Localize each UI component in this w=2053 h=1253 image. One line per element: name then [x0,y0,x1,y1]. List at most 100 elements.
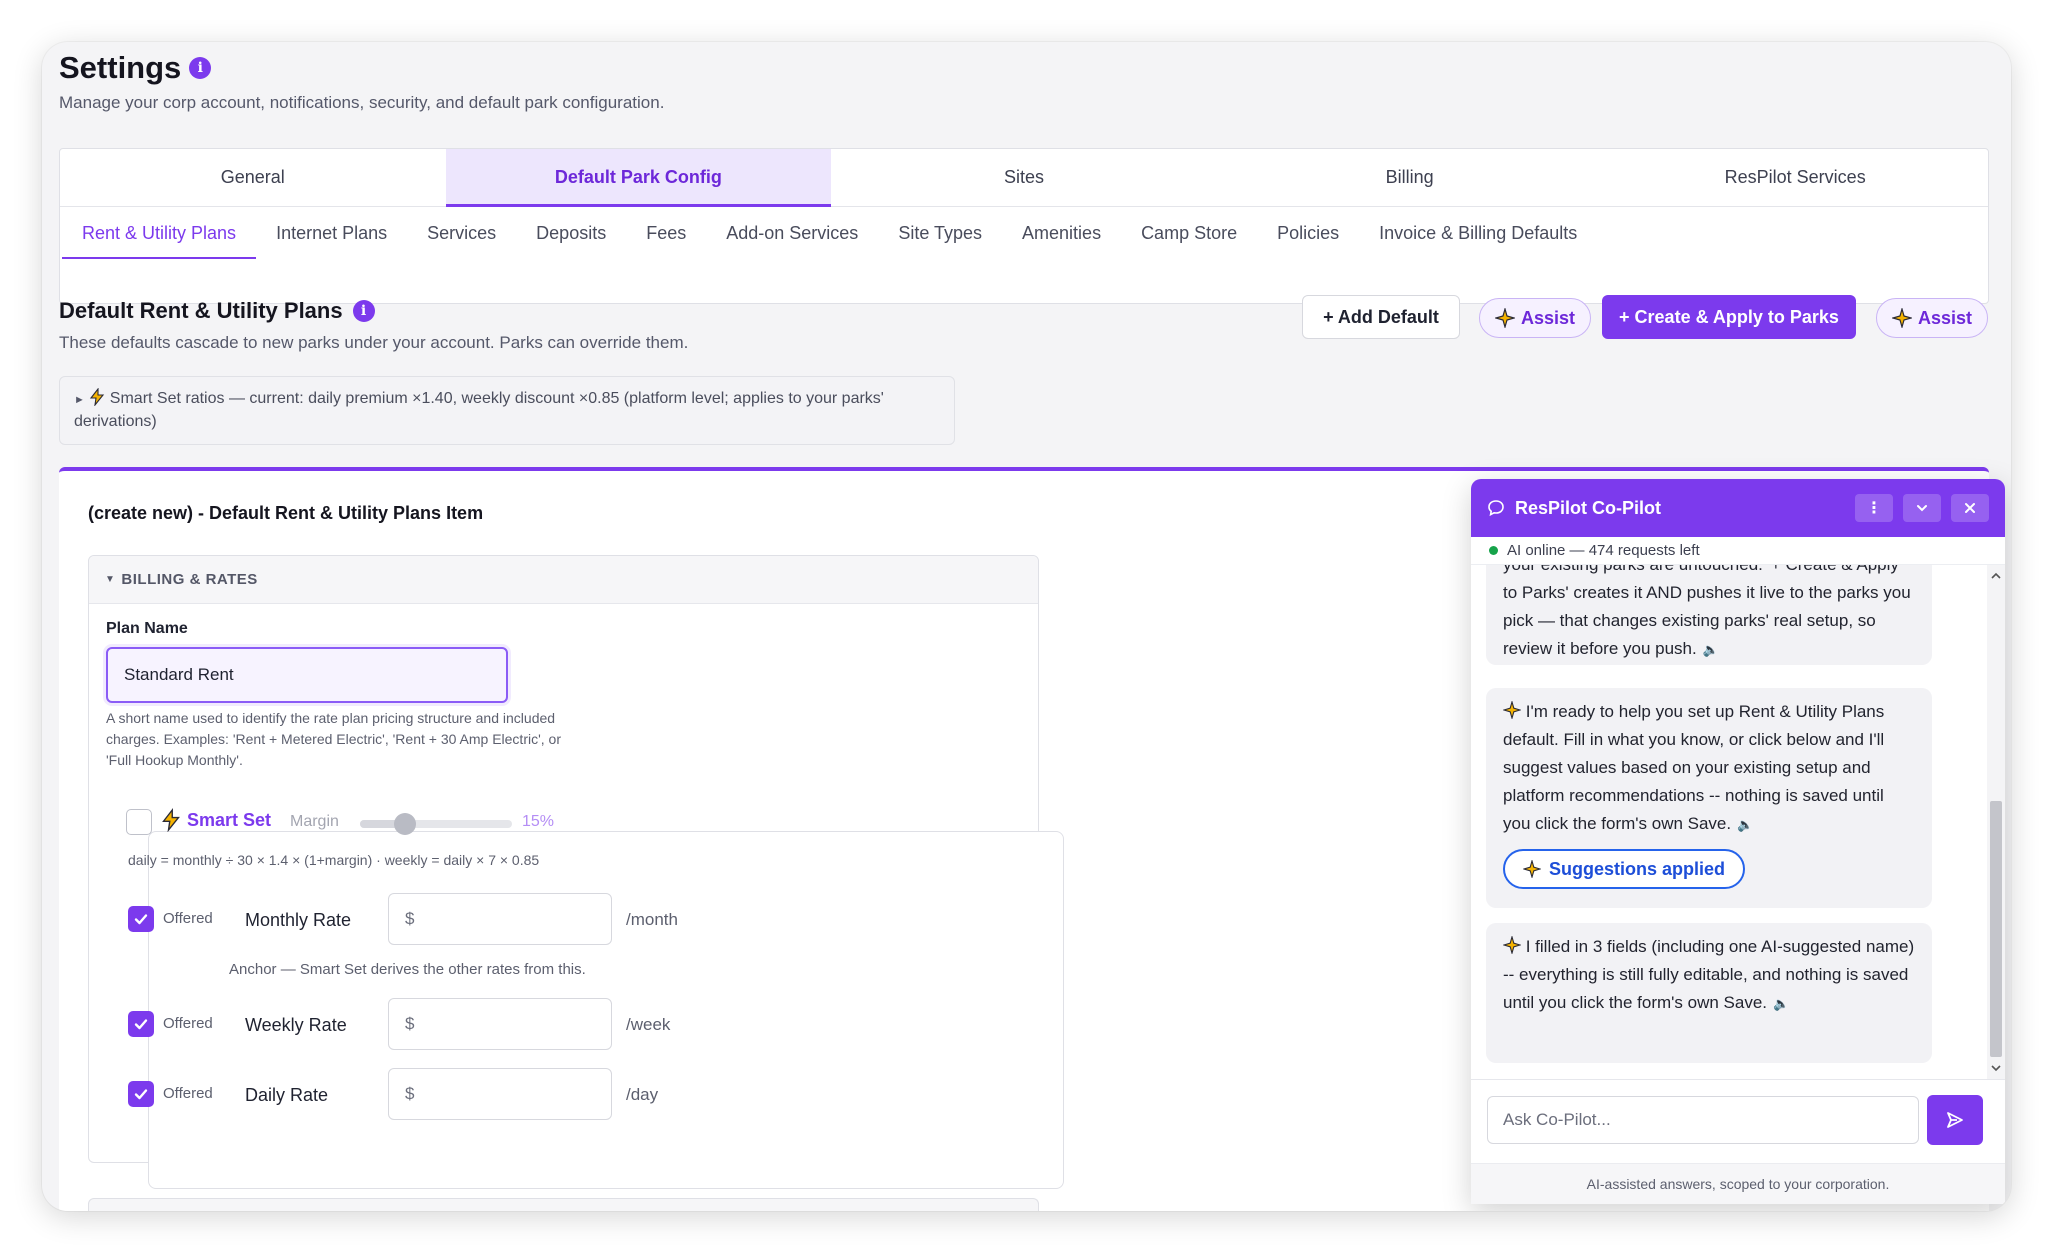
daily-rate-label: Daily Rate [245,1085,329,1105]
monthly-rate-input[interactable]: $ [388,893,612,945]
sparkle-icon [1523,860,1541,878]
check-icon [134,1089,148,1100]
sparkle-icon [1501,699,1523,721]
smart-set-formula: daily = monthly ÷ 30 × 1.4 × (1+margin) … [128,852,540,868]
weekly-rate-input[interactable]: $ [388,998,612,1050]
margin-slider-handle[interactable] [394,813,417,835]
check-icon [134,914,148,925]
copilot-status-text: AI online — 474 requests left [1507,542,1700,559]
page-title: Settings i [59,50,212,86]
daily-offered-checkbox[interactable] [128,1081,154,1107]
subtab-policies[interactable]: Policies [1257,207,1359,259]
settings-tabs: General Default Park Config Sites Billin… [59,148,1989,304]
smart-set-ratios-text: Smart Set ratios — current: daily premiu… [74,390,884,430]
section-title: Default Rent & Utility Plans i [59,298,375,324]
subtab-rent-utility-plans[interactable]: Rent & Utility Plans [62,207,257,259]
scroll-up-icon[interactable] [1987,567,2005,585]
close-icon[interactable] [1951,494,1989,522]
smart-set-title: Smart Set [161,808,271,832]
lightning-icon [162,808,180,832]
subtab-internet-plans[interactable]: Internet Plans [256,207,407,259]
tab-billing[interactable]: Billing [1217,149,1603,206]
speaker-icon[interactable]: 🔈 [1773,996,1789,1011]
daily-offered-label: Offered [163,1085,213,1102]
caret-down-icon: ▼ [105,574,116,585]
sparkle-icon [1891,308,1912,328]
chat-message: your existing parks are untouched. '+ Cr… [1486,565,1932,665]
chat-message-text: I filled in 3 fields (including one AI-s… [1503,937,1915,1012]
lightning-icon [90,387,105,407]
copilot-header: ResPilot Co-Pilot ⋮ [1471,479,2005,537]
subtab-deposits[interactable]: Deposits [516,207,626,259]
subtab-fees[interactable]: Fees [626,207,706,259]
plan-name-input[interactable]: Standard Rent [106,647,508,703]
smart-set-checkbox[interactable] [126,809,152,835]
assist-button-secondary[interactable]: Assist [1876,298,1988,338]
speaker-icon[interactable]: 🔈 [1737,817,1753,832]
monthly-unit: /month [626,910,678,929]
subtab-amenities[interactable]: Amenities [1002,207,1121,259]
subtab-services[interactable]: Services [407,207,516,259]
monthly-offered-checkbox[interactable] [128,906,154,932]
chat-message: I'm ready to help you set up Rent & Util… [1486,688,1932,908]
form-heading: (create new) - Default Rent & Utility Pl… [88,503,484,523]
billing-rates-header[interactable]: ▼ BILLING & RATES [89,556,1038,604]
kebab-icon[interactable]: ⋮ [1855,494,1893,522]
copilot-scrollbar[interactable] [1987,565,2005,1079]
copilot-ask-input[interactable]: Ask Co-Pilot... [1487,1096,1919,1144]
info-icon[interactable]: i [189,57,212,79]
page-subtitle: Manage your corp account, notifications,… [59,93,665,112]
speaker-icon[interactable]: 🔈 [1703,642,1719,657]
copilot-scroll-thumb[interactable] [1990,801,2002,1057]
online-indicator [1489,546,1498,555]
plan-name-label: Plan Name [106,620,188,637]
assist-button-label: Assist [1520,307,1576,328]
copilot-input-row: Ask Co-Pilot... [1471,1079,2005,1163]
subtab-camp-store[interactable]: Camp Store [1121,207,1257,259]
section-subtitle: These defaults cascade to new parks unde… [59,333,689,352]
check-icon [134,1019,148,1030]
sparkle-icon [1501,934,1523,956]
sub-tab-row: Rent & Utility Plans Internet Plans Serv… [60,207,1988,259]
main-tab-row: General Default Park Config Sites Billin… [60,149,1988,207]
tab-sites[interactable]: Sites [831,149,1217,206]
chevron-down-icon[interactable] [1903,494,1941,522]
subtab-invoice-billing-defaults[interactable]: Invoice & Billing Defaults [1359,207,1597,259]
copilot-title: ResPilot Co-Pilot [1515,497,1662,518]
copilot-panel: ResPilot Co-Pilot ⋮ AI online — 474 requ… [1471,479,2005,1204]
tab-respilot-services[interactable]: ResPilot Services [1602,149,1988,206]
monthly-rate-label: Monthly Rate [245,910,352,930]
tab-general[interactable]: General [60,149,446,206]
weekly-offered-checkbox[interactable] [128,1011,154,1037]
weekly-unit: /week [626,1015,671,1034]
scroll-down-icon[interactable] [1987,1059,2005,1077]
send-button[interactable] [1927,1095,1983,1145]
send-icon [1947,1112,1963,1128]
weekly-offered-label: Offered [163,1015,213,1032]
chat-message: I filled in 3 fields (including one AI-s… [1486,923,1932,1063]
assist-button[interactable]: Assist [1479,298,1591,338]
add-default-button[interactable]: + Add Default [1302,295,1460,339]
margin-slider[interactable] [360,813,512,835]
copilot-footer: AI-assisted answers, scoped to your corp… [1471,1163,2005,1204]
anchor-note: Anchor — Smart Set derives the other rat… [229,961,586,978]
subtab-addon-services[interactable]: Add-on Services [706,207,878,259]
chat-icon [1488,500,1504,517]
daily-unit: /day [626,1085,659,1104]
suggestions-applied-button[interactable]: Suggestions applied [1503,849,1746,889]
caret-right-icon: ► [74,394,85,406]
daily-rate-input[interactable]: $ [388,1068,612,1120]
info-icon[interactable]: i [352,300,375,322]
plan-name-help: A short name used to identify the rate p… [106,710,561,768]
tab-default-park-config[interactable]: Default Park Config [445,149,832,207]
smart-set-ratios-disclosure[interactable]: ► Smart Set ratios — current: daily prem… [59,376,955,445]
sparkle-icon [1494,308,1515,328]
margin-value: 15% [522,813,555,830]
assist-button-label: Assist [1917,307,1973,328]
create-apply-to-parks-button[interactable]: + Create & Apply to Parks [1602,295,1856,339]
subtab-site-types[interactable]: Site Types [878,207,1002,259]
margin-label: Margin [290,813,339,830]
billing-rates-title: BILLING & RATES [121,571,258,588]
next-section-peek [88,1198,1039,1211]
copilot-messages: your existing parks are untouched. '+ Cr… [1471,565,2005,1079]
